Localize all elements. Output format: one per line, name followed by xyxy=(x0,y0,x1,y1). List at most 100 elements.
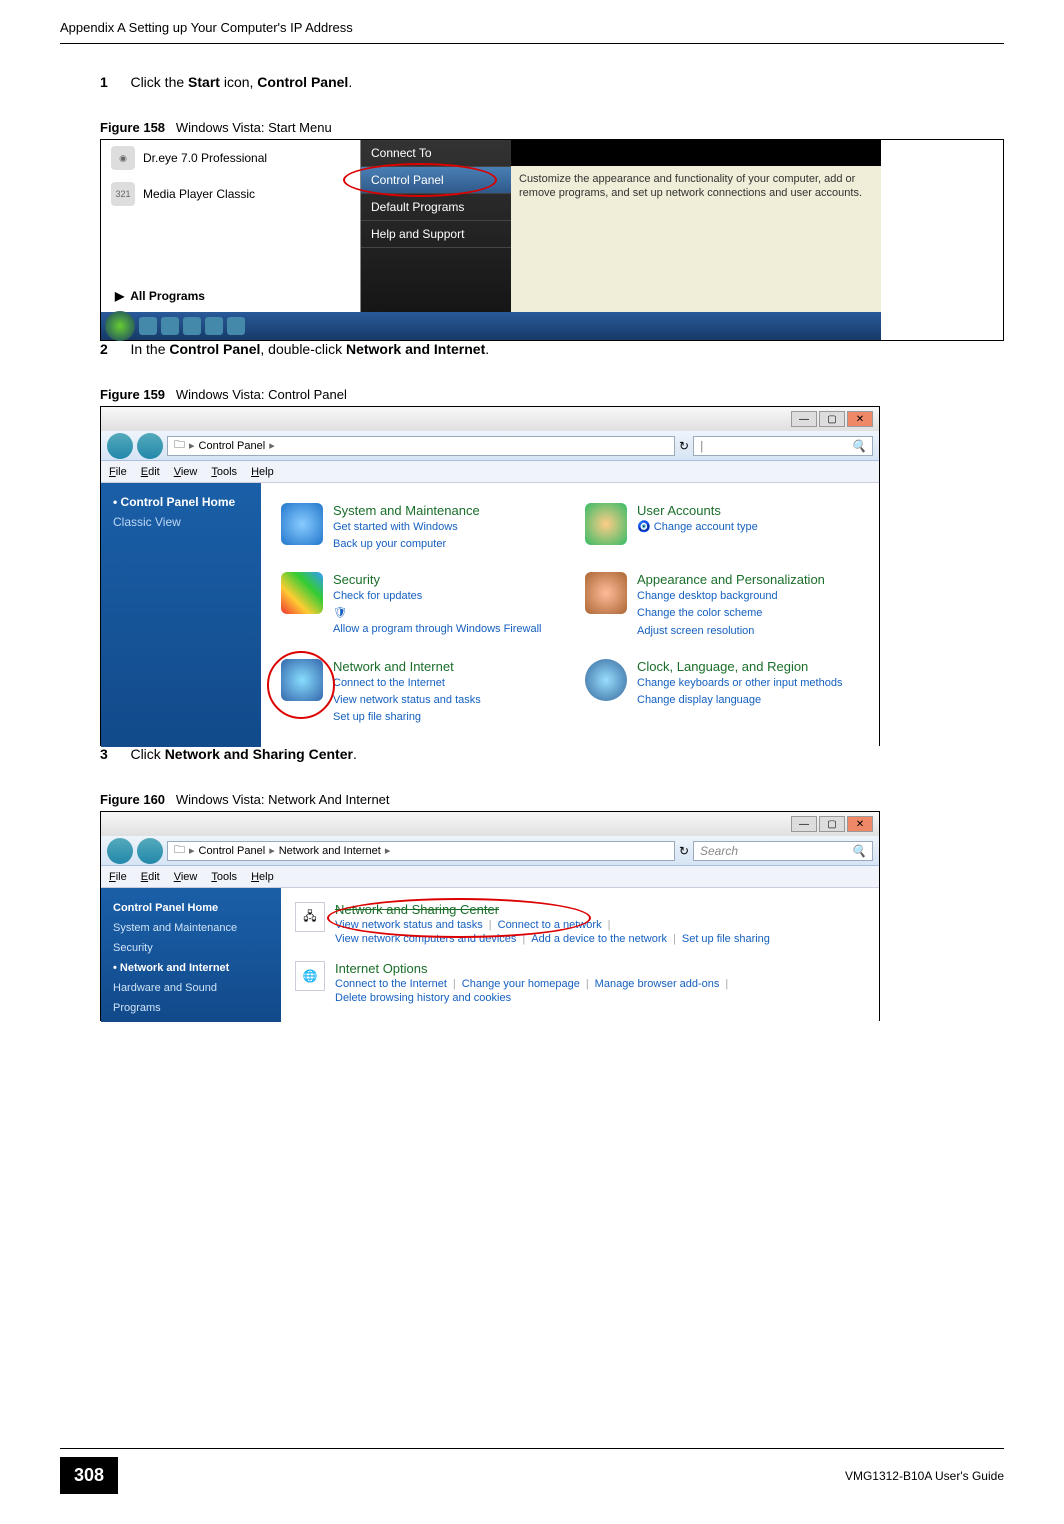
keys-icon: 🧿 xyxy=(637,521,651,533)
figure-160: — ▢ ✕ 🗀▸Control Panel▸Network and Intern… xyxy=(100,811,880,1021)
menu-bar: File Edit View Tools Help xyxy=(101,866,879,888)
step-1: 1 Click the Start icon, Control Panel. xyxy=(60,74,1004,92)
menu-bar: File Edit View Tools Help xyxy=(101,461,879,483)
forward-button[interactable] xyxy=(137,838,163,864)
ni-sidebar: Control Panel Home System and Maintenanc… xyxy=(101,888,281,1022)
maximize-button[interactable]: ▢ xyxy=(819,411,845,427)
running-header: Appendix A Setting up Your Computer's IP… xyxy=(60,20,1004,44)
all-programs[interactable]: ▶All Programs xyxy=(101,279,360,313)
taskbar[interactable] xyxy=(101,312,881,340)
start-app-mpc[interactable]: 321Media Player Classic xyxy=(101,176,360,212)
cat-nsc[interactable]: 🖧 Network and Sharing Center View networ… xyxy=(295,902,865,945)
internet-options-icon: 🌐 xyxy=(295,961,325,991)
minimize-button[interactable]: — xyxy=(791,816,817,832)
search-icon: 🔍 xyxy=(851,439,866,453)
search-icon: 🔍 xyxy=(851,844,866,858)
side-cp-home[interactable]: Control Panel Home xyxy=(113,898,269,918)
page-number: 308 xyxy=(60,1457,118,1494)
menu-tools[interactable]: Tools xyxy=(211,871,237,883)
menu-edit[interactable]: Edit xyxy=(141,871,160,883)
menu-tools[interactable]: Tools xyxy=(211,466,237,478)
start-menu-left: ◉Dr.eye 7.0 Professional 321Media Player… xyxy=(101,140,361,340)
nav-bar: 🗀▸Control Panel▸Network and Internet▸ ↻ … xyxy=(101,836,879,866)
step-3-num: 3 xyxy=(100,746,126,762)
menu-help[interactable]: Help xyxy=(251,466,274,478)
default-programs[interactable]: Default Programs xyxy=(361,194,511,221)
menu-file[interactable]: File xyxy=(109,466,127,478)
breadcrumb[interactable]: 🗀▸Control Panel▸Network and Internet▸ xyxy=(167,841,675,861)
cp-home-link[interactable]: • Control Panel Home xyxy=(113,495,249,509)
start-menu-right: Connect To Control Panel Default Program… xyxy=(361,140,511,340)
app-icon: ◉ xyxy=(111,146,135,170)
start-orb-icon[interactable] xyxy=(105,311,135,341)
side-sys[interactable]: System and Maintenance xyxy=(113,918,269,938)
back-button[interactable] xyxy=(107,433,133,459)
step-3: 3 Click Network and Sharing Center. xyxy=(60,746,1004,764)
search-input[interactable]: |🔍 xyxy=(693,436,873,456)
step-3-text: Click Network and Sharing Center. xyxy=(130,746,356,762)
help-support[interactable]: Help and Support xyxy=(361,221,511,248)
ni-main: 🖧 Network and Sharing Center View networ… xyxy=(281,888,879,1022)
firewall-icon: 🛡 xyxy=(333,606,541,621)
side-hw[interactable]: Hardware and Sound xyxy=(113,978,269,998)
figure-160-caption: Figure 160 Windows Vista: Network And In… xyxy=(100,792,1004,807)
step-2-num: 2 xyxy=(100,341,126,357)
maximize-button[interactable]: ▢ xyxy=(819,816,845,832)
breadcrumb[interactable]: 🗀▸Control Panel▸ xyxy=(167,436,675,456)
taskbar-icon[interactable] xyxy=(183,317,201,335)
cat-io[interactable]: 🌐 Internet Options Connect to the Intern… xyxy=(295,961,865,1004)
step-2-text: In the Control Panel, double-click Netwo… xyxy=(130,341,489,357)
step-2: 2 In the Control Panel, double-click Net… xyxy=(60,341,1004,359)
connect-to[interactable]: Connect To xyxy=(361,140,511,167)
figure-158: ◉Dr.eye 7.0 Professional 321Media Player… xyxy=(100,139,1004,341)
cp-main: System and MaintenanceGet started with W… xyxy=(261,483,879,747)
refresh-icon[interactable]: ↻ xyxy=(679,844,689,858)
cat-users[interactable]: User Accounts🧿 Change account type xyxy=(585,503,859,554)
taskbar-icon[interactable] xyxy=(139,317,157,335)
nav-bar: 🗀▸Control Panel▸ ↻ |🔍 xyxy=(101,431,879,461)
classic-view-link[interactable]: Classic View xyxy=(113,515,249,529)
side-sec[interactable]: Security xyxy=(113,938,269,958)
user-icon xyxy=(585,503,627,545)
cat-appearance[interactable]: Appearance and PersonalizationChange des… xyxy=(585,572,859,640)
cat-clock[interactable]: Clock, Language, and RegionChange keyboa… xyxy=(585,659,859,727)
menu-view[interactable]: View xyxy=(174,466,198,478)
shield-icon xyxy=(281,572,323,614)
menu-view[interactable]: View xyxy=(174,871,198,883)
window-titlebar: — ▢ ✕ xyxy=(101,407,879,431)
cat-network[interactable]: Network and InternetConnect to the Inter… xyxy=(281,659,555,727)
taskbar-icon[interactable] xyxy=(161,317,179,335)
forward-button[interactable] xyxy=(137,433,163,459)
menu-help[interactable]: Help xyxy=(251,871,274,883)
side-net[interactable]: • Network and Internet xyxy=(113,958,269,978)
folder-icon: 🗀 xyxy=(174,841,185,860)
start-app-dreye[interactable]: ◉Dr.eye 7.0 Professional xyxy=(101,140,360,176)
control-panel-item[interactable]: Control Panel xyxy=(361,167,511,194)
guide-title: VMG1312-B10A User's Guide xyxy=(845,1469,1004,1483)
figure-158-caption: Figure 158 Windows Vista: Start Menu xyxy=(100,120,1004,135)
arrow-icon: ▶ xyxy=(115,289,124,303)
taskbar-icon[interactable] xyxy=(227,317,245,335)
back-button[interactable] xyxy=(107,838,133,864)
minimize-button[interactable]: — xyxy=(791,411,817,427)
app-icon: 321 xyxy=(111,182,135,206)
close-button[interactable]: ✕ xyxy=(847,816,873,832)
cat-security[interactable]: SecurityCheck for updates🛡 Allow a progr… xyxy=(281,572,555,640)
step-1-text: Click the Start icon, Control Panel. xyxy=(130,74,352,90)
taskbar-icon[interactable] xyxy=(205,317,223,335)
search-input[interactable]: Search🔍 xyxy=(693,841,873,861)
system-icon xyxy=(281,503,323,545)
clock-icon xyxy=(585,659,627,701)
close-button[interactable]: ✕ xyxy=(847,411,873,427)
menu-file[interactable]: File xyxy=(109,871,127,883)
page-footer: 308 VMG1312-B10A User's Guide xyxy=(60,1448,1004,1494)
menu-edit[interactable]: Edit xyxy=(141,466,160,478)
figure-159-caption: Figure 159 Windows Vista: Control Panel xyxy=(100,387,1004,402)
cp-sidebar: • Control Panel Home Classic View xyxy=(101,483,261,747)
cat-system[interactable]: System and MaintenanceGet started with W… xyxy=(281,503,555,554)
network-icon: 🖧 xyxy=(295,902,325,932)
globe-icon xyxy=(281,659,323,701)
side-prog[interactable]: Programs xyxy=(113,998,269,1018)
folder-icon: 🗀 xyxy=(174,436,185,455)
refresh-icon[interactable]: ↻ xyxy=(679,439,689,453)
